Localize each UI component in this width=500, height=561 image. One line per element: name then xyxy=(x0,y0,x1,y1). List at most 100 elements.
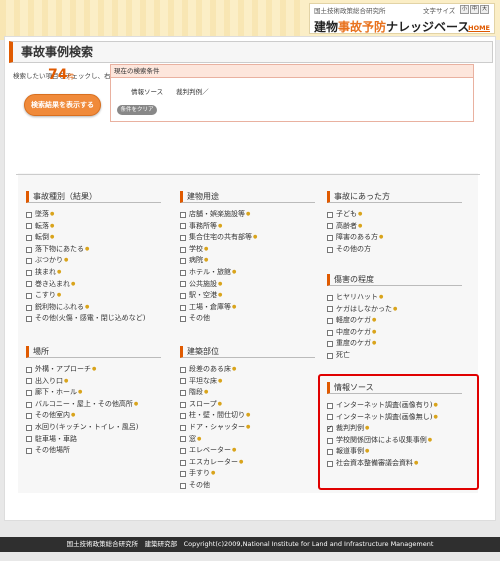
filter-option[interactable]: 高齢者 ● xyxy=(327,221,462,233)
checkbox[interactable] xyxy=(26,401,32,408)
filter-option[interactable]: エレベーター ● xyxy=(180,445,315,457)
filter-option[interactable]: 段差のある床 ● xyxy=(180,364,315,376)
checkbox[interactable] xyxy=(180,436,186,443)
filter-option[interactable]: 転落 ● xyxy=(26,221,161,233)
checkbox[interactable] xyxy=(180,281,186,288)
filter-option[interactable]: 工場・倉庫等 ● xyxy=(180,302,315,314)
filter-option[interactable]: その他 xyxy=(180,480,315,492)
filter-option[interactable]: 集合住宅の共有部等 ● xyxy=(180,232,315,244)
checkbox[interactable] xyxy=(180,413,186,420)
filter-option[interactable]: ヒヤリハット ● xyxy=(327,292,462,304)
checkbox[interactable] xyxy=(180,424,186,431)
checkbox[interactable] xyxy=(180,246,186,253)
checkbox[interactable] xyxy=(327,341,333,348)
help-link-icon[interactable]: ● xyxy=(218,399,222,411)
filter-option[interactable]: 廊下・ホール ● xyxy=(26,387,161,399)
filter-option[interactable]: 窓 ● xyxy=(180,434,315,446)
checkbox[interactable] xyxy=(26,211,32,218)
filter-option[interactable]: 軽度のケガ ● xyxy=(327,315,462,327)
font-size-small-button[interactable]: 小 xyxy=(460,5,469,14)
filter-option[interactable]: 駅・空港 ● xyxy=(180,290,315,302)
filter-option[interactable]: 鋭利物にふれる ● xyxy=(26,302,161,314)
checkbox[interactable] xyxy=(180,269,186,276)
checkbox[interactable] xyxy=(26,378,32,385)
checkbox[interactable] xyxy=(180,482,186,489)
help-link-icon[interactable]: ● xyxy=(218,290,222,302)
filter-option[interactable]: 巻き込まれ ● xyxy=(26,279,161,291)
filter-option[interactable]: エスカレーター ● xyxy=(180,457,315,469)
checkbox[interactable] xyxy=(180,223,186,230)
filter-option[interactable]: 中度のケガ ● xyxy=(327,327,462,339)
help-link-icon[interactable]: ● xyxy=(92,364,96,376)
filter-option[interactable]: ぶつかり ● xyxy=(26,255,161,267)
checkbox[interactable] xyxy=(26,316,32,323)
help-link-icon[interactable]: ● xyxy=(64,255,68,267)
help-link-icon[interactable]: ● xyxy=(57,290,61,302)
help-link-icon[interactable]: ● xyxy=(211,468,215,480)
font-size-large-button[interactable]: 大 xyxy=(480,5,489,14)
filter-option[interactable]: 死亡 xyxy=(327,350,462,362)
filter-option[interactable]: 階段 ● xyxy=(180,387,315,399)
filter-option[interactable]: 墜落 ● xyxy=(26,209,161,221)
checkbox[interactable] xyxy=(327,246,333,253)
help-link-icon[interactable]: ● xyxy=(57,267,61,279)
checkbox[interactable] xyxy=(180,447,186,454)
checkbox[interactable] xyxy=(180,401,186,408)
checkbox[interactable] xyxy=(327,317,333,324)
help-link-icon[interactable]: ● xyxy=(253,232,257,244)
help-link-icon[interactable]: ● xyxy=(232,445,236,457)
filter-option[interactable]: ホテル・旅館 ● xyxy=(180,267,315,279)
checkbox[interactable] xyxy=(26,269,32,276)
filter-option[interactable]: 重度のケガ ● xyxy=(327,338,462,350)
filter-option[interactable]: 転倒 ● xyxy=(26,232,161,244)
checkbox[interactable] xyxy=(26,234,32,241)
help-link-icon[interactable]: ● xyxy=(379,232,383,244)
checkbox[interactable] xyxy=(26,223,32,230)
show-results-button[interactable]: 検索結果を表示する xyxy=(24,94,101,116)
help-link-icon[interactable]: ● xyxy=(204,244,208,256)
help-link-icon[interactable]: ● xyxy=(134,399,138,411)
checkbox[interactable] xyxy=(26,366,32,373)
help-link-icon[interactable]: ● xyxy=(246,209,250,221)
filter-option[interactable]: その他場所 xyxy=(26,445,161,457)
checkbox[interactable] xyxy=(26,304,32,311)
help-link-icon[interactable]: ● xyxy=(246,422,250,434)
help-link-icon[interactable]: ● xyxy=(85,302,89,314)
help-link-icon[interactable]: ● xyxy=(358,221,362,233)
checkbox[interactable] xyxy=(180,304,186,311)
checkbox[interactable] xyxy=(327,211,333,218)
help-link-icon[interactable]: ● xyxy=(71,279,75,291)
filter-option[interactable]: 店舗・娯楽施設等 ● xyxy=(180,209,315,221)
checkbox[interactable] xyxy=(327,352,333,359)
checkbox[interactable] xyxy=(26,258,32,265)
filter-option[interactable]: 出入り口 ● xyxy=(26,376,161,388)
home-link[interactable]: HOME xyxy=(468,24,490,32)
help-link-icon[interactable]: ● xyxy=(239,457,243,469)
checkbox[interactable] xyxy=(26,424,32,431)
help-link-icon[interactable]: ● xyxy=(246,410,250,422)
checkbox[interactable] xyxy=(327,234,333,241)
help-link-icon[interactable]: ● xyxy=(372,315,376,327)
checkbox[interactable] xyxy=(327,306,333,313)
clear-conditions-button[interactable]: 条件をクリア xyxy=(117,105,157,115)
filter-option[interactable]: 落下物にあたる ● xyxy=(26,244,161,256)
filter-option[interactable]: ケガはしなかった ● xyxy=(327,304,462,316)
filter-option[interactable]: 事務所等 ● xyxy=(180,221,315,233)
filter-option[interactable]: その他室内 ● xyxy=(26,410,161,422)
filter-option[interactable]: こすり ● xyxy=(26,290,161,302)
checkbox[interactable] xyxy=(180,258,186,265)
help-link-icon[interactable]: ● xyxy=(232,364,236,376)
checkbox[interactable] xyxy=(327,329,333,336)
help-link-icon[interactable]: ● xyxy=(85,244,89,256)
checkbox[interactable] xyxy=(327,223,333,230)
help-link-icon[interactable]: ● xyxy=(50,209,54,221)
help-link-icon[interactable]: ● xyxy=(64,376,68,388)
checkbox[interactable] xyxy=(327,294,333,301)
checkbox[interactable] xyxy=(180,234,186,241)
checkbox[interactable] xyxy=(180,471,186,478)
checkbox[interactable] xyxy=(180,389,186,396)
help-link-icon[interactable]: ● xyxy=(50,232,54,244)
filter-option[interactable]: ドア・シャッター ● xyxy=(180,422,315,434)
filter-option[interactable]: 公共施設 ● xyxy=(180,279,315,291)
help-link-icon[interactable]: ● xyxy=(78,387,82,399)
